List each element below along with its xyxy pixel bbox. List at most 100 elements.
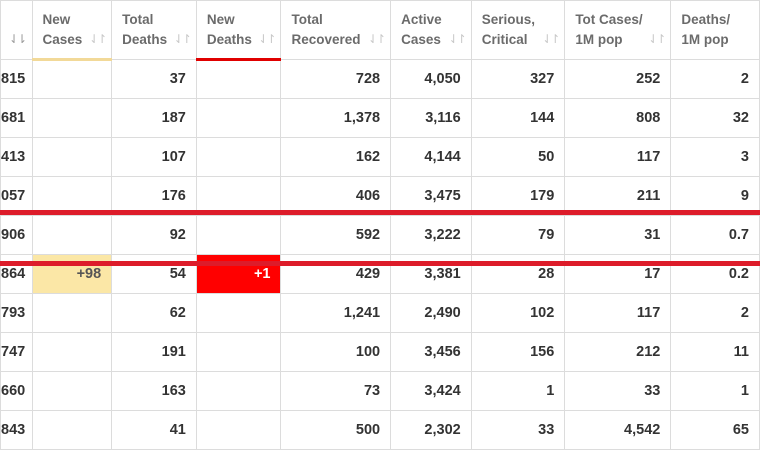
new-deaths-cell bbox=[195, 332, 282, 372]
new-cases-cell bbox=[31, 332, 113, 372]
tot-cases-1m-cell: 252 bbox=[564, 59, 672, 99]
total-recovered-cell: 728 bbox=[280, 59, 392, 99]
column-header-total-recovered[interactable]: Total Recovered ⇃↾ bbox=[280, 0, 392, 60]
deaths-1m-cell: 0.7 bbox=[670, 215, 760, 255]
new-cases-cell bbox=[31, 98, 113, 138]
new-deaths-cell bbox=[195, 98, 282, 138]
deaths-1m-cell: 32 bbox=[670, 98, 760, 138]
total-cases-cell: 793 bbox=[0, 293, 33, 333]
total-deaths-cell: 191 bbox=[111, 332, 197, 372]
active-cases-cell: 4,050 bbox=[390, 59, 472, 99]
header-label: Total Recovered bbox=[291, 12, 361, 47]
total-cases-cell: 681 bbox=[0, 98, 33, 138]
sort-arrows-icon[interactable]: ⇃↾ bbox=[542, 29, 560, 49]
table-row: 747 191 100 3,456 156 212 11 bbox=[0, 332, 760, 372]
tot-cases-1m-cell: 808 bbox=[564, 98, 672, 138]
tot-cases-1m-cell: 33 bbox=[564, 371, 672, 411]
active-cases-cell: 2,490 bbox=[390, 293, 472, 333]
table-row: 681 187 1,378 3,116 144 808 32 bbox=[0, 98, 760, 138]
sort-arrows-icon[interactable]: ⇃↾ bbox=[648, 29, 666, 49]
deaths-1m-cell: 2 bbox=[670, 59, 760, 99]
header-row: ⇃⇂ New Cases ⇃↾ Total Deaths ⇃↾ New Deat… bbox=[0, 0, 760, 61]
total-deaths-cell: 107 bbox=[111, 137, 197, 177]
sort-arrows-icon[interactable]: ⇃↾ bbox=[89, 29, 107, 49]
serious-critical-cell: 102 bbox=[470, 293, 566, 333]
new-deaths-cell bbox=[195, 215, 282, 255]
annotation-line-upper bbox=[0, 210, 760, 215]
column-header-serious-critical[interactable]: Serious, Critical ⇃↾ bbox=[470, 0, 566, 60]
total-deaths-cell: 187 bbox=[111, 98, 197, 138]
new-cases-cell bbox=[31, 293, 113, 333]
tot-cases-1m-cell: 117 bbox=[564, 137, 672, 177]
header-label: New Deaths bbox=[206, 11, 252, 47]
table-row: 413 107 162 4,144 50 117 3 bbox=[0, 137, 760, 177]
sort-arrows-icon[interactable]: ⇃⇂ bbox=[9, 29, 27, 49]
header-label: New Cases bbox=[42, 11, 83, 47]
active-cases-cell: 3,424 bbox=[390, 371, 472, 411]
tot-cases-1m-cell: 4,542 bbox=[564, 410, 672, 450]
table-body: 815 37 728 4,050 327 252 2 681 187 1,378 3,116 144 8… bbox=[0, 59, 760, 450]
column-header-total-deaths[interactable]: Total Deaths ⇃↾ bbox=[111, 0, 197, 60]
column-header-new-cases[interactable]: New Cases ⇃↾ bbox=[31, 0, 113, 61]
new-cases-cell bbox=[31, 59, 113, 99]
total-recovered-cell: 73 bbox=[280, 371, 392, 411]
total-recovered-cell: 1,241 bbox=[280, 293, 392, 333]
new-cases-cell bbox=[31, 215, 113, 255]
column-header-deaths-1m-pop[interactable]: Deaths/ 1M pop bbox=[670, 0, 760, 60]
serious-critical-cell: 327 bbox=[470, 59, 566, 99]
total-deaths-cell: 37 bbox=[111, 59, 197, 99]
total-deaths-cell: 92 bbox=[111, 215, 197, 255]
annotation-line-lower bbox=[0, 261, 760, 266]
serious-critical-cell: 144 bbox=[470, 98, 566, 138]
deaths-1m-cell: 11 bbox=[670, 332, 760, 372]
header-label: Active Cases bbox=[401, 12, 442, 47]
new-cases-cell bbox=[31, 137, 113, 177]
serious-critical-cell: 1 bbox=[470, 371, 566, 411]
total-deaths-cell: 163 bbox=[111, 371, 197, 411]
total-cases-cell: 843 bbox=[0, 410, 33, 450]
new-deaths-cell bbox=[195, 59, 282, 99]
total-recovered-cell: 1,378 bbox=[280, 98, 392, 138]
deaths-1m-cell: 65 bbox=[670, 410, 760, 450]
new-deaths-cell bbox=[195, 137, 282, 177]
active-cases-cell: 3,456 bbox=[390, 332, 472, 372]
sort-arrows-icon[interactable]: ⇃↾ bbox=[449, 29, 467, 49]
stats-table-container: ⇃⇂ New Cases ⇃↾ Total Deaths ⇃↾ New Deat… bbox=[0, 0, 760, 450]
tot-cases-1m-cell: 31 bbox=[564, 215, 672, 255]
total-recovered-cell: 500 bbox=[280, 410, 392, 450]
header-label: Total Deaths bbox=[122, 12, 168, 47]
new-cases-cell bbox=[31, 371, 113, 411]
active-cases-cell: 3,116 bbox=[390, 98, 472, 138]
deaths-1m-cell: 3 bbox=[670, 137, 760, 177]
total-deaths-cell: 41 bbox=[111, 410, 197, 450]
new-cases-cell bbox=[31, 410, 113, 450]
total-deaths-cell: 62 bbox=[111, 293, 197, 333]
table-row: 906 92 592 3,222 79 31 0.7 bbox=[0, 215, 760, 255]
serious-critical-cell: 33 bbox=[470, 410, 566, 450]
serious-critical-cell: 156 bbox=[470, 332, 566, 372]
table-row: 660 163 73 3,424 1 33 1 bbox=[0, 371, 760, 411]
total-cases-cell: 413 bbox=[0, 137, 33, 177]
column-header-active-cases[interactable]: Active Cases ⇃↾ bbox=[390, 0, 472, 60]
serious-critical-cell: 79 bbox=[470, 215, 566, 255]
tot-cases-1m-cell: 212 bbox=[564, 332, 672, 372]
new-deaths-cell bbox=[195, 371, 282, 411]
total-cases-cell: 906 bbox=[0, 215, 33, 255]
stats-table: ⇃⇂ New Cases ⇃↾ Total Deaths ⇃↾ New Deat… bbox=[0, 0, 760, 450]
header-label: Serious, Critical bbox=[481, 12, 535, 47]
deaths-1m-cell: 2 bbox=[670, 293, 760, 333]
sort-arrows-icon[interactable]: ⇃↾ bbox=[368, 29, 386, 49]
column-header-total-cases[interactable]: ⇃⇂ bbox=[0, 0, 33, 60]
column-header-new-deaths[interactable]: New Deaths ⇃↾ bbox=[195, 0, 282, 61]
active-cases-cell: 3,222 bbox=[390, 215, 472, 255]
sort-arrows-icon[interactable]: ⇃↾ bbox=[258, 29, 276, 49]
tot-cases-1m-cell: 117 bbox=[564, 293, 672, 333]
table-row: 843 41 500 2,302 33 4,542 65 bbox=[0, 410, 760, 450]
new-deaths-cell bbox=[195, 293, 282, 333]
total-cases-cell: 747 bbox=[0, 332, 33, 372]
column-header-tot-cases-1m-pop[interactable]: Tot Cases/ 1M pop ⇃↾ bbox=[564, 0, 672, 60]
active-cases-cell: 2,302 bbox=[390, 410, 472, 450]
header-label: Tot Cases/ 1M pop bbox=[575, 12, 643, 47]
total-recovered-cell: 162 bbox=[280, 137, 392, 177]
sort-arrows-icon[interactable]: ⇃↾ bbox=[174, 29, 192, 49]
